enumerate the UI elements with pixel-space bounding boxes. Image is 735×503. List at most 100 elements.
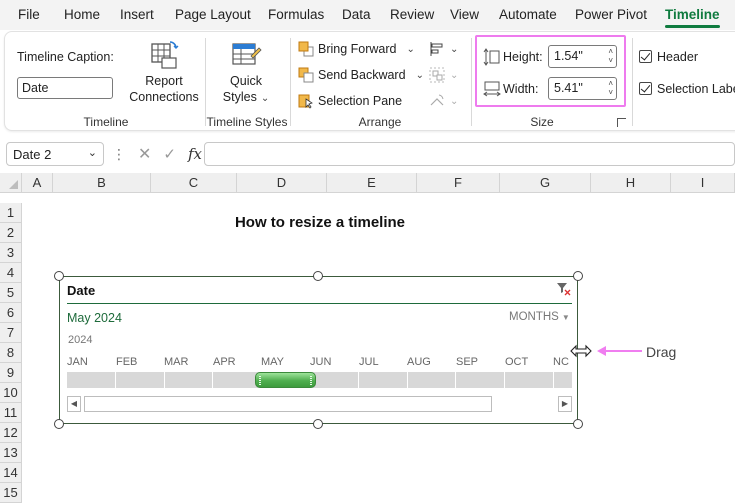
row-header-15[interactable]: 15 <box>0 483 22 503</box>
formula-input[interactable] <box>204 142 735 166</box>
bring-forward-label: Bring Forward <box>318 42 397 56</box>
row-header-5[interactable]: 5 <box>0 283 22 303</box>
column-header-e[interactable]: E <box>327 173 417 193</box>
timeline-month[interactable]: JAN <box>67 356 88 368</box>
dialog-launcher-icon[interactable] <box>617 118 626 127</box>
period-tick <box>455 372 456 388</box>
clear-filter-icon[interactable] <box>557 282 571 296</box>
row-header-10[interactable]: 10 <box>0 383 22 403</box>
row-header-7[interactable]: 7 <box>0 323 22 343</box>
timeline-header-divider <box>67 303 572 304</box>
more-options-icon[interactable]: ⋮ <box>112 146 126 163</box>
tab-review[interactable]: Review <box>390 7 434 22</box>
resize-handle-top-left[interactable] <box>54 271 64 281</box>
row-header-9[interactable]: 9 <box>0 363 22 383</box>
timeline-period-bar[interactable] <box>67 372 572 388</box>
timeline-scrollbar[interactable]: ◀ ▶ <box>67 396 572 413</box>
column-header-f[interactable]: F <box>417 173 500 193</box>
width-value: 5.41" <box>554 81 583 95</box>
tab-power-pivot[interactable]: Power Pivot <box>575 7 647 22</box>
tab-view[interactable]: View <box>450 7 479 22</box>
header-checkbox[interactable] <box>639 50 652 63</box>
column-header-a[interactable]: A <box>22 173 53 193</box>
selection-label-checkbox[interactable] <box>639 82 652 95</box>
group-label-timeline: Timeline <box>83 115 129 129</box>
spinner-arrows-icon[interactable]: ˄ ˅ <box>608 47 613 65</box>
row-header-2[interactable]: 2 <box>0 223 22 243</box>
send-backward-button[interactable]: Send Backward ⌄ <box>298 67 424 83</box>
tab-page-layout[interactable]: Page Layout <box>175 7 251 22</box>
column-header-i[interactable]: I <box>671 173 735 193</box>
scrollbar-thumb[interactable] <box>84 396 492 412</box>
column-header-g[interactable]: G <box>500 173 591 193</box>
timeline-month[interactable]: NC <box>553 356 569 368</box>
row-header-6[interactable]: 6 <box>0 303 22 323</box>
tab-insert[interactable]: Insert <box>120 7 154 22</box>
tab-home[interactable]: Home <box>64 7 100 22</box>
report-connections-button[interactable]: Report Connections <box>125 38 203 105</box>
tab-formulas[interactable]: Formulas <box>268 7 324 22</box>
resize-handle-bottom-left[interactable] <box>54 419 64 429</box>
select-all-button[interactable] <box>0 173 22 193</box>
tab-timeline[interactable]: Timeline <box>665 7 720 28</box>
timeline-year: 2024 <box>68 334 93 346</box>
group-label-arrange: Arrange <box>358 115 402 129</box>
row-header-11[interactable]: 11 <box>0 403 22 423</box>
resize-handle-bottom-right[interactable] <box>573 419 583 429</box>
resize-handle-top[interactable] <box>313 271 323 281</box>
column-header-c[interactable]: C <box>151 173 237 193</box>
chevron-down-icon: ⌄ <box>450 43 459 55</box>
scroll-right-icon[interactable]: ▶ <box>558 396 572 412</box>
rotate-button[interactable]: ⌄ <box>429 93 458 109</box>
selection-pane-button[interactable]: Selection Pane <box>298 93 402 109</box>
timeline-caption-input[interactable] <box>17 77 113 99</box>
chevron-down-icon[interactable]: ⌄ <box>88 146 97 159</box>
insert-function-icon[interactable]: fx <box>188 145 202 163</box>
row-header-8[interactable]: 8 <box>0 343 22 363</box>
timeline-month[interactable]: MAR <box>164 356 188 368</box>
row-header-3[interactable]: 3 <box>0 243 22 263</box>
timeline-month[interactable]: JUN <box>310 356 331 368</box>
timeline-month[interactable]: FEB <box>116 356 137 368</box>
timeline-month[interactable]: OCT <box>505 356 528 368</box>
row-header-13[interactable]: 13 <box>0 443 22 463</box>
tab-automate[interactable]: Automate <box>499 7 557 22</box>
resize-handle-top-right[interactable] <box>573 271 583 281</box>
timeline-month[interactable]: SEP <box>456 356 478 368</box>
enter-icon[interactable]: ✓ <box>163 145 176 163</box>
tab-data[interactable]: Data <box>342 7 371 22</box>
resize-handle-bottom[interactable] <box>313 419 323 429</box>
timeline-slicer[interactable]: Date May 2024 MONTHS ▼ 2024 JAN FEB MAR A… <box>59 276 578 424</box>
quick-styles-line1: Quick <box>230 74 262 88</box>
name-box[interactable]: Date 2 ⌄ <box>6 142 104 166</box>
quick-styles-button[interactable]: Quick Styles ⌄ <box>213 40 279 107</box>
spinner-arrows-icon[interactable]: ˄ ˅ <box>608 79 613 97</box>
chevron-down-icon: ⌄ <box>415 69 424 81</box>
row-header-4[interactable]: 4 <box>0 263 22 283</box>
column-header-b[interactable]: B <box>53 173 151 193</box>
column-header-h[interactable]: H <box>591 173 671 193</box>
timeline-selected-period[interactable] <box>255 372 316 388</box>
timeline-month[interactable]: JUL <box>359 356 379 368</box>
align-button[interactable]: ⌄ <box>429 41 458 57</box>
timeline-month[interactable]: AUG <box>407 356 431 368</box>
group-objects-button[interactable]: ⌄ <box>429 67 458 83</box>
row-header-1[interactable]: 1 <box>0 203 22 223</box>
selection-handle-right[interactable] <box>310 376 312 385</box>
row-header-14[interactable]: 14 <box>0 463 22 483</box>
time-level-dropdown[interactable]: MONTHS ▼ <box>509 311 570 323</box>
scroll-left-icon[interactable]: ◀ <box>67 396 81 412</box>
group-separator <box>632 38 633 126</box>
bring-forward-button[interactable]: Bring Forward ⌄ <box>298 41 415 57</box>
column-header-d[interactable]: D <box>237 173 327 193</box>
tab-file[interactable]: File <box>18 7 40 22</box>
send-backward-label: Send Backward <box>318 68 406 82</box>
selection-handle-left[interactable] <box>259 376 261 385</box>
height-spinner[interactable]: 1.54" ˄ ˅ <box>548 45 617 68</box>
timeline-month[interactable]: APR <box>213 356 236 368</box>
cancel-icon[interactable]: ✕ <box>138 144 151 164</box>
row-header-12[interactable]: 12 <box>0 423 22 443</box>
timeline-month[interactable]: MAY <box>261 356 284 368</box>
group-objects-icon <box>429 67 445 83</box>
width-spinner[interactable]: 5.41" ˄ ˅ <box>548 77 617 100</box>
